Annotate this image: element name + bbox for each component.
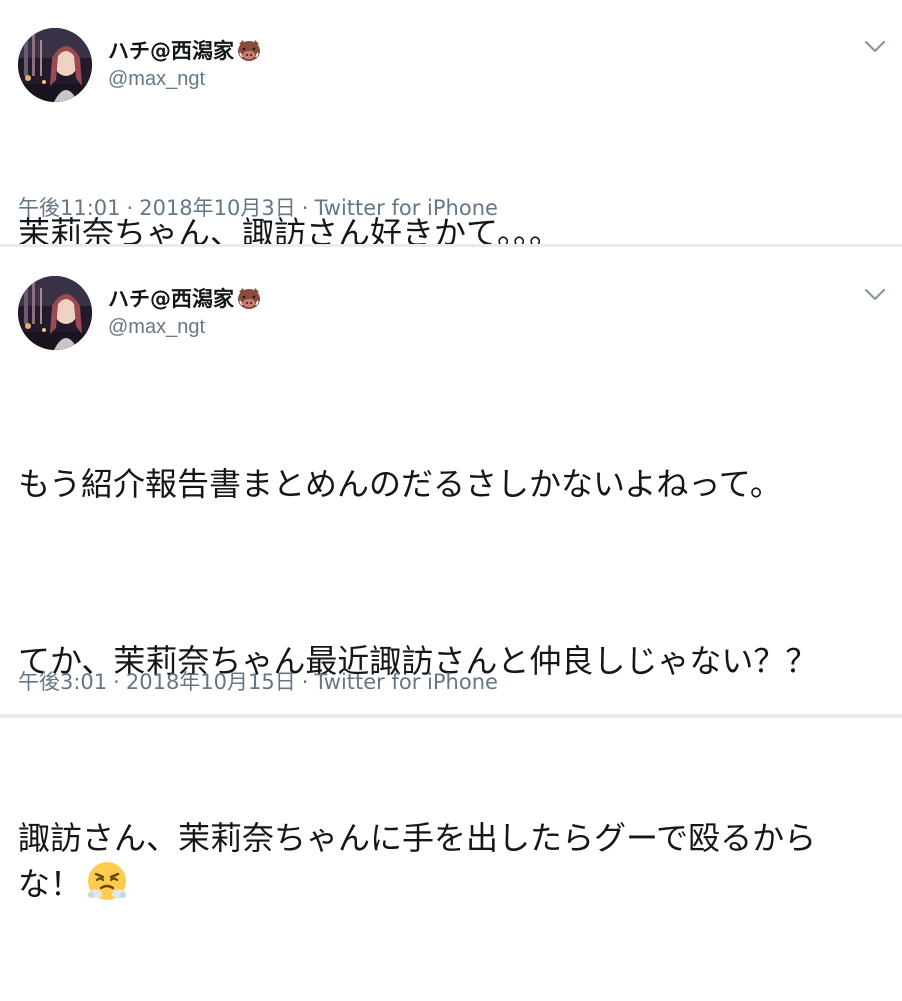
separator: ·	[113, 670, 120, 694]
handle[interactable]: @max_ngt	[108, 68, 205, 91]
boar-face-icon	[236, 38, 262, 67]
display-name[interactable]: ハチ@西潟家	[108, 283, 262, 315]
separator: ·	[126, 196, 134, 220]
tweet-paragraph-text: 諏訪さん、茉莉奈ちゃんに手を出したらグーで殴るから な！	[18, 819, 817, 903]
separator: ·	[301, 196, 309, 220]
face-with-steam-icon	[86, 860, 128, 913]
tweet-metadata: 午後3:01 · 2018年10月15日 · Twitter for iPhone	[18, 666, 498, 696]
tweet-time[interactable]: 午後3:01	[18, 670, 107, 694]
tweet-paragraph: 諏訪さん、茉莉奈ちゃんに手を出したらグーで殴るから な！	[18, 816, 882, 913]
tweet-time[interactable]: 午後11:01	[18, 196, 121, 220]
tweet-source[interactable]: Twitter for iPhone	[314, 196, 498, 220]
tweet-metadata: 午後11:01 · 2018年10月3日 · Twitter for iPhone	[18, 192, 498, 222]
chevron-down-icon[interactable]	[864, 288, 886, 302]
handle[interactable]: @max_ngt	[108, 316, 205, 339]
tweet-card: ハチ@西潟家 @max_ngt 茉莉奈ちゃん、諏訪さん好きかて。。。 午後11:…	[0, 0, 902, 252]
tweet-date[interactable]: 2018年10月15日	[126, 670, 296, 694]
avatar[interactable]	[18, 28, 92, 102]
tweet-paragraph: もう紹介報告書まとめんのだるさしかないよねって。	[18, 465, 782, 503]
chevron-down-icon[interactable]	[864, 40, 886, 54]
separator: ·	[301, 670, 309, 694]
divider	[0, 714, 902, 718]
tweet-card: ハチ@西潟家 @max_ngt もう紹介報告書まとめんのだるさしかないよねって。…	[0, 248, 902, 903]
display-name[interactable]: ハチ@西潟家	[108, 35, 262, 67]
boar-face-icon	[236, 286, 262, 315]
avatar[interactable]	[18, 276, 92, 350]
divider	[0, 244, 902, 247]
tweet-source[interactable]: Twitter for iPhone	[314, 670, 498, 694]
tweet-date[interactable]: 2018年10月3日	[139, 196, 296, 220]
